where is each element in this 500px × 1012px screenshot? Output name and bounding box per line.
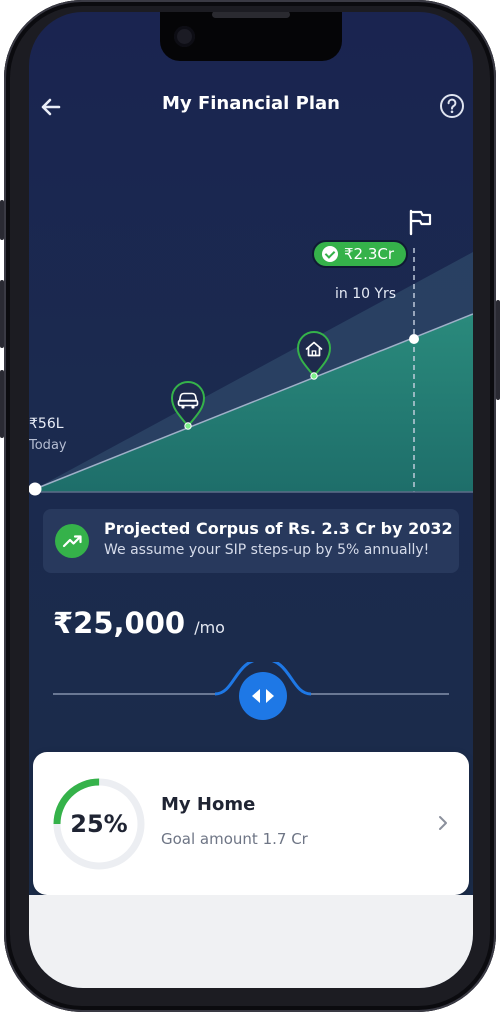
bottom-background (29, 895, 473, 988)
goal-card[interactable]: 25% My Home Goal amount 1.7 Cr (33, 752, 469, 895)
target-corpus-badge: ₹2.3Cr (312, 240, 408, 268)
sip-slider[interactable] (53, 662, 449, 742)
notch (160, 12, 342, 61)
page-title: My Financial Plan (162, 93, 340, 114)
volume-up-button (0, 280, 4, 348)
start-value-label: ₹56L (29, 416, 64, 432)
side-button (0, 200, 4, 240)
chevron-right-icon[interactable] (435, 812, 451, 834)
flag-icon (407, 208, 435, 238)
check-circle-icon (322, 246, 338, 262)
question-circle-icon[interactable] (439, 93, 465, 119)
goal-percent: 25% (70, 810, 128, 838)
start-point (29, 482, 42, 496)
app-screen: My Financial Plan ₹56L Today ₹2.3Cr in 1… (29, 12, 473, 988)
slider-handle[interactable] (239, 672, 287, 720)
power-button (496, 300, 500, 400)
home-marker-dot (310, 372, 318, 380)
car-marker-dot (184, 422, 192, 430)
start-caption: Today (29, 438, 67, 453)
volume-down-button (0, 370, 4, 438)
speaker-grille (212, 12, 290, 18)
sip-amount: ₹25,000 /mo (53, 606, 225, 640)
sip-amount-unit: /mo (194, 618, 225, 637)
info-subtitle: We assume your SIP steps-up by 5% annual… (104, 542, 430, 558)
goal-progress-ring: 25% (51, 776, 147, 872)
goal-name: My Home (161, 794, 256, 815)
top-bar: My Financial Plan (29, 87, 473, 127)
projection-info-card: Projected Corpus of Rs. 2.3 Cr by 2032 W… (43, 509, 459, 573)
end-point (409, 334, 419, 344)
sip-amount-value: ₹25,000 (53, 606, 186, 640)
info-title: Projected Corpus of Rs. 2.3 Cr by 2032 (104, 519, 453, 538)
target-horizon-label: in 10 Yrs (335, 286, 397, 302)
front-camera (174, 26, 195, 47)
trending-up-icon (55, 524, 89, 558)
goal-amount: Goal amount 1.7 Cr (161, 830, 308, 848)
target-corpus-value: ₹2.3Cr (344, 245, 395, 263)
